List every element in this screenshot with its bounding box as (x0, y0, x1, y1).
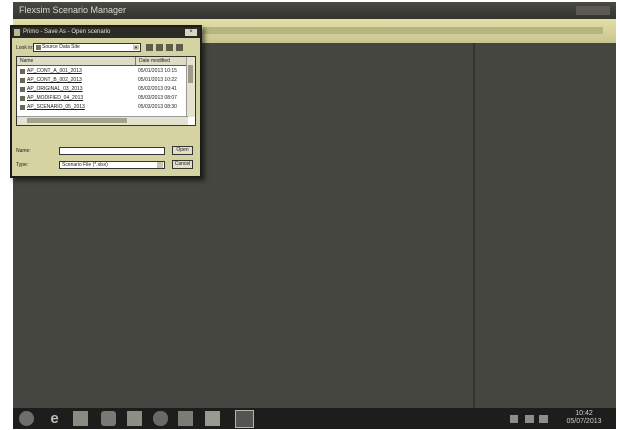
action-center-icon[interactable] (510, 415, 518, 423)
window-titlebar: Flexsim Scenario Manager (13, 2, 616, 19)
chevron-down-icon[interactable]: ▼ (133, 45, 139, 50)
window-controls[interactable] (576, 6, 610, 15)
workspace-divider[interactable] (473, 43, 475, 409)
look-in-select[interactable]: Source Data Site ▼ (33, 43, 141, 52)
internet-explorer-icon[interactable]: e (47, 411, 62, 426)
start-button-icon[interactable] (19, 411, 34, 426)
file-date: 05/01/2013 10:22 (138, 77, 177, 83)
open-button[interactable]: Open (172, 146, 193, 155)
back-icon[interactable] (146, 44, 153, 51)
file-icon (20, 96, 25, 101)
up-folder-icon[interactable] (156, 44, 163, 51)
file-icon (20, 78, 25, 83)
file-icon (20, 69, 25, 74)
media-player-icon[interactable] (101, 411, 116, 426)
file-type-select[interactable]: Scenario File (*.xlsx) (59, 161, 165, 169)
file-row[interactable]: AP_CONT_B_002_2013 05/01/2013 10:22 (17, 76, 188, 85)
file-explorer-icon[interactable] (73, 411, 88, 426)
look-in-label: Look in: (16, 45, 34, 51)
toolbar-strip (203, 27, 603, 34)
file-name: AP_SCENARIO_05_2013 (27, 104, 85, 110)
file-name: AP_CONT_A_001_2013 (27, 68, 82, 74)
scroll-thumb[interactable] (188, 65, 193, 83)
file-type-value: Scenario File (*.xlsx) (62, 162, 108, 168)
horizontal-scrollbar[interactable] (17, 116, 188, 125)
clock[interactable]: 10:42 05/07/2013 (566, 410, 602, 426)
file-row[interactable]: AP_ORIGINAL_03_2013 05/02/2013 09:41 (17, 85, 188, 94)
app-icon[interactable] (178, 411, 193, 426)
app-icon[interactable] (153, 411, 168, 426)
chevron-down-icon[interactable] (157, 162, 163, 168)
file-date: 05/01/2013 10:15 (138, 68, 177, 74)
file-name: AP_ORIGINAL_03_2013 (27, 86, 83, 92)
file-date: 05/02/2013 09:41 (138, 86, 177, 92)
new-folder-icon[interactable] (166, 44, 173, 51)
volume-icon[interactable] (539, 415, 548, 423)
look-in-value: Source Data Site (42, 44, 80, 50)
file-row[interactable]: AP_CONT_A_001_2013 05/01/2013 10:15 (17, 67, 188, 76)
app-icon[interactable] (205, 411, 220, 426)
scroll-thumb[interactable] (27, 118, 127, 123)
file-date: 05/03/2013 08:30 (138, 104, 177, 110)
file-icon (20, 87, 25, 92)
window-title: Flexsim Scenario Manager (19, 5, 127, 15)
dialog-close-button[interactable]: × (185, 29, 197, 36)
app-icon[interactable] (127, 411, 142, 426)
cancel-button[interactable]: Cancel (172, 160, 193, 169)
file-name: AP_CONT_B_002_2013 (27, 77, 82, 83)
file-dialog: Primo - Save As - Open scenario × Look i… (10, 25, 202, 178)
file-row[interactable]: AP_SCENARIO_05_2013 05/03/2013 08:30 (17, 103, 188, 112)
active-app-icon[interactable] (235, 410, 254, 428)
network-icon[interactable] (525, 415, 534, 423)
file-name: AP_MODIFIED_04_2013 (27, 95, 84, 101)
file-icon (20, 105, 25, 110)
file-list: Name Date modified AP_CONT_A_001_2013 05… (16, 56, 196, 126)
name-label: Name: (16, 148, 31, 154)
vertical-scrollbar[interactable] (186, 57, 195, 117)
taskbar: e 10:42 05/07/2013 (13, 408, 616, 429)
file-list-header: Name Date modified (17, 57, 188, 66)
dialog-app-icon (14, 29, 20, 36)
file-name-input[interactable] (59, 147, 165, 155)
view-menu-icon[interactable] (176, 44, 183, 51)
column-header-name[interactable]: Name (20, 57, 33, 65)
type-label: Type: (16, 162, 29, 168)
dialog-title: Primo - Save As - Open scenario (23, 29, 111, 35)
file-date: 05/03/2013 08:07 (138, 95, 177, 101)
clock-date: 05/07/2013 (566, 418, 602, 425)
file-row[interactable]: AP_MODIFIED_04_2013 05/03/2013 08:07 (17, 94, 188, 103)
folder-icon (36, 45, 41, 50)
dialog-titlebar: Primo - Save As - Open scenario × (12, 27, 200, 38)
column-header-date[interactable]: Date modified (135, 57, 170, 65)
clock-time: 10:42 (575, 410, 593, 417)
